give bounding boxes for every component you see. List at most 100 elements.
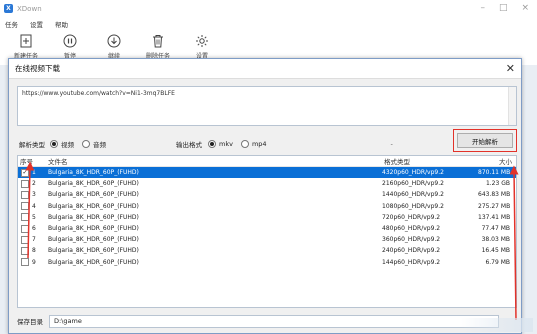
maximize-icon[interactable]: □	[499, 3, 508, 13]
table-header: 序号 文件名 格式类型 大小	[18, 156, 516, 167]
window-controls: – □ ×	[480, 3, 529, 13]
row-size: 77.47 MB	[481, 225, 510, 233]
row-format: 480p60_HDR/vp9.2	[382, 225, 441, 233]
row-filename: Bulgaria_8K_HDR_60P_(FUHD)	[48, 180, 139, 188]
radio-dot-video	[50, 140, 58, 148]
radio-mp4-label: mp4	[251, 140, 267, 148]
xdown-logo-icon: X	[4, 4, 13, 13]
row-checkbox[interactable]	[21, 258, 29, 267]
row-filename: Bulgaria_8K_HDR_60P_(FUHD)	[48, 225, 139, 233]
output-format-label: 输出格式	[176, 141, 202, 149]
save-dir-row: 保存目录 D:\game	[17, 314, 517, 328]
row-format: 4320p60_HDR/vp9.2	[382, 169, 444, 177]
row-size: 6.79 MB	[485, 258, 510, 266]
row-index: 2	[32, 180, 36, 188]
row-filename: Bulgaria_8K_HDR_60P_(FUHD)	[48, 236, 139, 244]
watermark	[461, 318, 533, 332]
row-format: 1080p60_HDR/vp9.2	[382, 202, 444, 210]
radio-dot-audio	[82, 140, 90, 148]
row-size: 870.11 MB	[478, 169, 511, 177]
row-format: 240p60_HDR/vp9.2	[382, 247, 441, 255]
radio-mkv-label: mkv	[219, 140, 233, 148]
row-format: 2160p60_HDR/vp9.2	[382, 180, 444, 188]
app-titlebar: X XDown – □ ×	[0, 0, 537, 17]
row-filename: Bulgaria_8K_HDR_60P_(FUHD)	[48, 247, 139, 255]
row-index: 5	[32, 213, 36, 221]
save-dir-input[interactable]: D:\game	[49, 314, 499, 328]
row-checkbox[interactable]	[21, 235, 29, 244]
parse-button-highlight: 开始解析	[453, 129, 517, 152]
row-filename: Bulgaria_8K_HDR_60P_(FUHD)	[48, 191, 139, 199]
col-size-header[interactable]: 大小	[480, 156, 516, 166]
row-size: 275.27 MB	[478, 202, 511, 210]
radio-dot-mkv	[208, 140, 216, 148]
row-checkbox[interactable]	[21, 190, 29, 199]
row-format: 360p60_HDR/vp9.2	[382, 236, 441, 244]
table-row[interactable]: 5 Bulgaria_8K_HDR_60P_(FUHD) 720p60_HDR/vp…	[18, 212, 516, 223]
row-index: 1	[32, 169, 36, 177]
url-scrollbar[interactable]	[508, 87, 516, 125]
row-checkbox[interactable]	[21, 213, 29, 222]
dialog-title: 在线视频下载	[15, 64, 60, 73]
row-size: 1.23 GB	[485, 180, 510, 188]
table-row[interactable]: 9 Bulgaria_8K_HDR_60P_(FUHD) 144p60_HDR/vp…	[18, 257, 516, 268]
save-dir-value: D:\game	[54, 317, 82, 325]
menu-task[interactable]: 任务	[5, 19, 18, 29]
row-filename: Bulgaria_8K_HDR_60P_(FUHD)	[48, 202, 139, 210]
url-input[interactable]: https://www.youtube.com/watch?v=Ni1-3mq7…	[17, 86, 517, 126]
col-filename-header[interactable]: 文件名	[46, 156, 384, 166]
table-row[interactable]: 8 Bulgaria_8K_HDR_60P_(FUHD) 240p60_HDR/vp…	[18, 245, 516, 256]
table-body: ✓ 1 Bulgaria_8K_HDR_60P_(FUHD) 4320p60_HDR/…	[18, 167, 516, 268]
url-text: https://www.youtube.com/watch?v=Ni1-3mq7…	[22, 90, 175, 97]
radio-video-label: 视频	[61, 141, 74, 149]
row-index: 6	[32, 225, 36, 233]
separator-dash: -	[390, 140, 393, 148]
row-checkbox[interactable]	[21, 179, 29, 188]
dialog-titlebar: 在线视频下载 ✕	[9, 59, 521, 79]
row-size: 38.03 MB	[481, 236, 510, 244]
radio-mp4[interactable]: mp4	[240, 140, 267, 148]
radio-mkv[interactable]: mkv	[208, 140, 233, 148]
close-icon[interactable]: ✕	[506, 62, 515, 75]
trash-icon	[151, 34, 165, 48]
menu-settings[interactable]: 设置	[30, 19, 43, 29]
radio-video[interactable]: 视频	[50, 139, 74, 149]
menu-help[interactable]: 帮助	[55, 19, 68, 29]
table-row[interactable]: ✓ 1 Bulgaria_8K_HDR_60P_(FUHD) 4320p60_HDR/…	[18, 167, 516, 179]
row-size: 16.45 MB	[481, 247, 510, 255]
radio-audio-label: 音频	[93, 141, 106, 149]
online-video-download-dialog: 在线视频下载 ✕ https://www.youtube.com/watch?v…	[8, 58, 522, 334]
row-filename: Bulgaria_8K_HDR_60P_(FUHD)	[48, 213, 139, 221]
table-row[interactable]: 6 Bulgaria_8K_HDR_60P_(FUHD) 480p60_HDR/vp…	[18, 223, 516, 234]
table-row[interactable]: 3 Bulgaria_8K_HDR_60P_(FUHD) 1440p60_HDR/v…	[18, 189, 516, 200]
col-index-header[interactable]: 序号	[18, 156, 46, 166]
row-size: 137.41 MB	[478, 213, 511, 221]
col-format-header[interactable]: 格式类型	[384, 156, 480, 166]
close-window-icon[interactable]: ×	[521, 3, 529, 13]
gear-icon	[195, 34, 209, 48]
table-row[interactable]: 4 Bulgaria_8K_HDR_60P_(FUHD) 1080p60_HDR/v…	[18, 201, 516, 212]
save-dir-label: 保存目录	[17, 318, 43, 326]
row-format: 1440p60_HDR/vp9.2	[382, 191, 444, 199]
parse-type-label: 解析类型	[19, 141, 45, 149]
minimize-icon[interactable]: –	[480, 3, 485, 13]
download-icon	[107, 34, 121, 48]
row-checkbox[interactable]	[21, 202, 29, 211]
start-parse-button[interactable]: 开始解析	[457, 133, 513, 148]
app-title: XDown	[17, 4, 42, 13]
row-size: 643.83 MB	[478, 191, 511, 199]
table-row[interactable]: 7 Bulgaria_8K_HDR_60P_(FUHD) 360p60_HDR/vp…	[18, 234, 516, 245]
table-row[interactable]: 2 Bulgaria_8K_HDR_60P_(FUHD) 2160p60_HDR/v…	[18, 178, 516, 189]
row-checkbox[interactable]	[21, 246, 29, 255]
format-table: 序号 文件名 格式类型 大小 ✓ 1 Bulgaria_8K_HDR_60P_(FU…	[17, 155, 517, 308]
row-index: 7	[32, 236, 36, 244]
row-checkbox[interactable]: ✓	[21, 168, 29, 177]
menu-bar: 任务 设置 帮助	[0, 17, 537, 31]
radio-audio[interactable]: 音频	[82, 139, 106, 149]
row-index: 4	[32, 202, 36, 210]
row-checkbox[interactable]	[21, 224, 29, 233]
row-index: 9	[32, 258, 36, 266]
options-row: 解析类型 视频 音频 输出格式 mkv mp4 -	[19, 136, 519, 152]
row-index: 3	[32, 191, 36, 199]
row-index: 8	[32, 247, 36, 255]
